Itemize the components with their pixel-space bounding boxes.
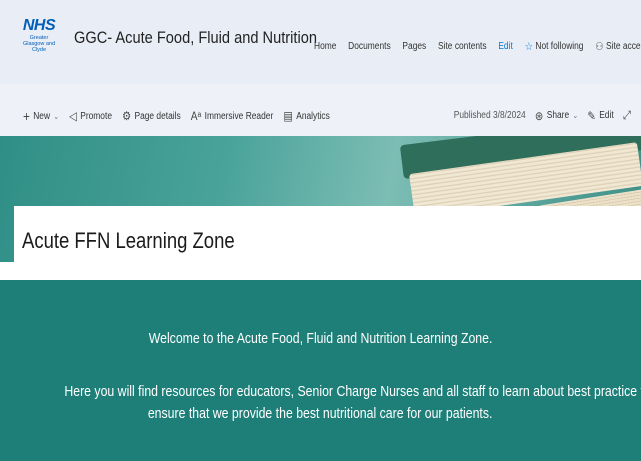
plus-icon: + <box>23 108 30 124</box>
command-bar-left: + New ⌄ ◁ Promote ⚙ Page details Aᵃ Imme… <box>23 108 330 124</box>
follow-label: Not following <box>535 41 584 52</box>
new-label: New <box>33 110 51 122</box>
published-status: Published 3/8/2024 <box>453 110 526 121</box>
site-access-label: Site access <box>606 41 641 52</box>
site-access-button[interactable]: ⚇ Site access <box>595 40 641 53</box>
chevron-down-icon: ⌄ <box>572 111 579 120</box>
expand-icon: ⤢ <box>622 108 631 122</box>
welcome-text: Welcome to the Acute Food, Fluid and Nut… <box>148 330 493 347</box>
welcome-section: Welcome to the Acute Food, Fluid and Nut… <box>0 280 641 461</box>
page-details-button[interactable]: ⚙ Page details <box>122 109 181 123</box>
reader-icon: Aᵃ <box>190 109 202 123</box>
analytics-label: Analytics <box>296 110 330 122</box>
nhs-logo-mark: NHS <box>22 17 56 34</box>
immersive-reader-label: Immersive Reader <box>204 110 274 122</box>
expand-button[interactable]: ⤢ <box>623 108 631 123</box>
share-icon: ⊛ <box>534 108 544 123</box>
page-title-card: Acute FFN Learning Zone <box>14 206 641 262</box>
site-header: NHS Greater Glasgow and Clyde GGC- Acute… <box>0 0 641 84</box>
people-icon: ⚇ <box>595 41 604 53</box>
command-bar-right: Published 3/8/2024 ⊛ Share ⌄ ✎ Edit ⤢ <box>454 108 631 123</box>
intro-line-2: ensure that we provide the best nutritio… <box>148 405 493 422</box>
share-label: Share <box>546 110 570 121</box>
pencil-icon: ✎ <box>587 108 596 123</box>
edit-label: Edit <box>599 110 614 121</box>
page-details-label: Page details <box>134 110 181 122</box>
promote-label: Promote <box>80 110 112 122</box>
command-bar: + New ⌄ ◁ Promote ⚙ Page details Aᵃ Imme… <box>0 84 641 136</box>
follow-button[interactable]: ☆ Not following <box>525 40 584 53</box>
nav-pages[interactable]: Pages <box>402 41 426 52</box>
promote-button[interactable]: ◁ Promote <box>69 109 112 123</box>
nhs-logo[interactable]: NHS Greater Glasgow and Clyde <box>19 17 59 61</box>
gear-icon: ⚙ <box>122 109 132 123</box>
intro-line-1: Here you will find resources for educato… <box>64 383 641 400</box>
site-title[interactable]: GGC- Acute Food, Fluid and Nutrition <box>74 28 317 48</box>
analytics-button[interactable]: ▤ Analytics <box>283 109 330 123</box>
immersive-reader-button[interactable]: Aᵃ Immersive Reader <box>191 109 273 123</box>
chart-icon: ▤ <box>283 109 293 123</box>
page-title: Acute FFN Learning Zone <box>22 228 235 253</box>
new-button[interactable]: + New ⌄ <box>23 108 59 124</box>
nav-documents[interactable]: Documents <box>348 41 390 52</box>
chevron-down-icon: ⌄ <box>53 111 60 121</box>
intro-paragraph: Here you will find resources for educato… <box>0 381 641 425</box>
sharepoint-page: NHS Greater Glasgow and Clyde GGC- Acute… <box>0 0 641 461</box>
nhs-logo-subtext: Greater Glasgow and Clyde <box>22 35 56 53</box>
site-navigation: Home Documents Pages Site contents Edit … <box>314 40 641 53</box>
edit-button[interactable]: ✎ Edit <box>587 109 613 123</box>
nav-edit-link[interactable]: Edit <box>498 41 512 52</box>
megaphone-icon: ◁ <box>69 109 77 123</box>
star-outline-icon: ☆ <box>524 41 533 53</box>
welcome-heading: Welcome to the Acute Food, Fluid and Nut… <box>0 330 641 347</box>
nav-site-contents[interactable]: Site contents <box>438 41 487 52</box>
nav-home[interactable]: Home <box>314 41 336 52</box>
share-button[interactable]: ⊛ Share ⌄ <box>535 109 578 123</box>
